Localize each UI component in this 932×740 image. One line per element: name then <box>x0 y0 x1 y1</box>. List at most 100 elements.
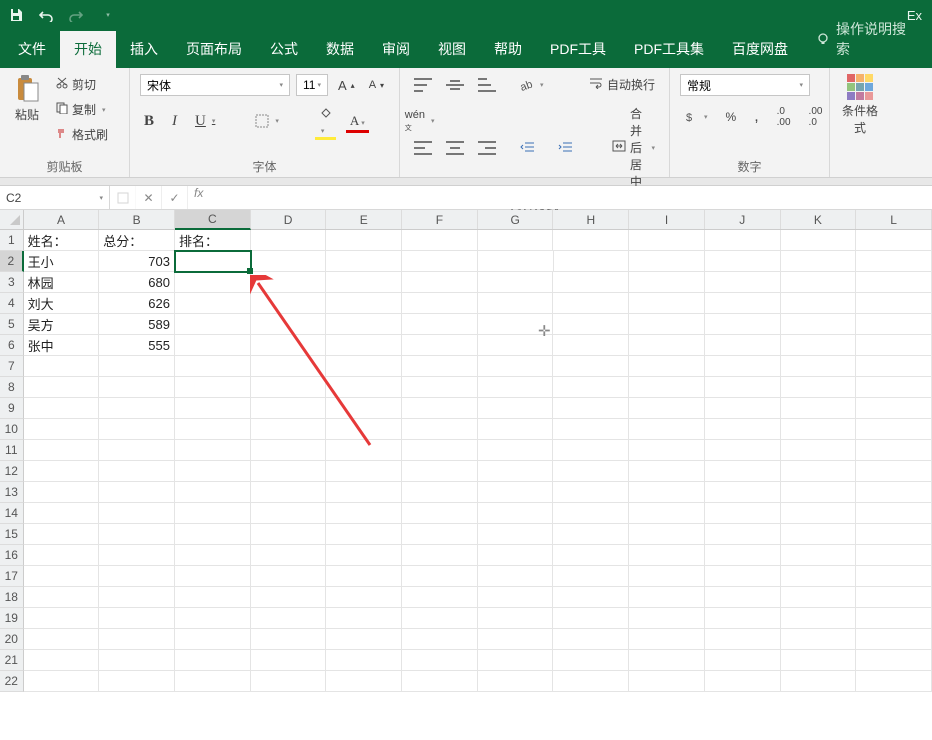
cell[interactable] <box>99 524 175 545</box>
font-name-selector[interactable]: 宋体 ▾ <box>140 74 290 96</box>
cell[interactable] <box>326 440 402 461</box>
cell[interactable] <box>705 608 781 629</box>
cell[interactable] <box>24 566 100 587</box>
row-header[interactable]: 2 <box>0 251 24 272</box>
cell[interactable] <box>402 272 478 293</box>
cell[interactable] <box>856 419 932 440</box>
cell[interactable] <box>326 566 402 587</box>
cell[interactable] <box>856 230 932 251</box>
cell[interactable] <box>99 377 175 398</box>
cell[interactable] <box>705 398 781 419</box>
cell[interactable] <box>705 356 781 377</box>
cell[interactable] <box>326 377 402 398</box>
cancel-formula-icon[interactable]: ✕ <box>136 186 162 209</box>
cell[interactable] <box>856 629 932 650</box>
cell[interactable] <box>856 440 932 461</box>
cell[interactable] <box>705 587 781 608</box>
cell[interactable] <box>251 272 327 293</box>
cell[interactable]: 排名： <box>175 230 251 251</box>
cell[interactable] <box>856 671 932 692</box>
cell[interactable] <box>781 251 857 272</box>
cell[interactable] <box>629 230 705 251</box>
row-header[interactable]: 9 <box>0 398 24 419</box>
cell[interactable] <box>478 314 554 335</box>
cell[interactable] <box>781 272 857 293</box>
cell[interactable]: 王小 <box>24 251 100 272</box>
row-header[interactable]: 15 <box>0 524 24 545</box>
cell[interactable] <box>24 419 100 440</box>
cell[interactable] <box>326 482 402 503</box>
cell[interactable] <box>175 482 251 503</box>
cell[interactable] <box>553 377 629 398</box>
column-header[interactable]: H <box>553 210 629 229</box>
cell[interactable] <box>402 587 478 608</box>
cell[interactable] <box>99 482 175 503</box>
cell[interactable] <box>251 398 327 419</box>
cell[interactable] <box>856 398 932 419</box>
wrap-text-button[interactable]: 自动换行 <box>585 74 659 95</box>
cell[interactable] <box>24 524 100 545</box>
cell[interactable] <box>856 272 932 293</box>
row-header[interactable]: 7 <box>0 356 24 377</box>
align-top-icon[interactable] <box>410 76 436 94</box>
cell[interactable] <box>175 566 251 587</box>
cell[interactable] <box>781 545 857 566</box>
tab-view[interactable]: 视图 <box>424 31 480 68</box>
cell[interactable] <box>99 629 175 650</box>
cell[interactable] <box>478 545 554 566</box>
cell[interactable] <box>856 335 932 356</box>
name-box-dropdown-icon[interactable]: ▾ <box>99 194 103 202</box>
column-header[interactable]: K <box>781 210 857 229</box>
cell[interactable] <box>781 503 857 524</box>
column-header[interactable]: L <box>856 210 932 229</box>
cell[interactable] <box>326 335 402 356</box>
cell[interactable] <box>478 503 554 524</box>
cell[interactable] <box>478 524 554 545</box>
cell[interactable] <box>553 440 629 461</box>
row-header[interactable]: 14 <box>0 503 24 524</box>
cell[interactable] <box>553 587 629 608</box>
increase-indent-icon[interactable] <box>554 140 576 156</box>
column-header[interactable]: C <box>175 210 251 230</box>
cell[interactable] <box>554 251 630 272</box>
cell[interactable] <box>781 335 857 356</box>
cell[interactable] <box>781 461 857 482</box>
cell[interactable] <box>175 503 251 524</box>
column-header[interactable]: A <box>24 210 100 229</box>
cell[interactable] <box>326 314 402 335</box>
cell[interactable] <box>326 398 402 419</box>
cell[interactable] <box>629 398 705 419</box>
cell[interactable] <box>326 251 402 272</box>
cell[interactable] <box>629 461 705 482</box>
cell[interactable] <box>553 230 629 251</box>
row-header[interactable]: 22 <box>0 671 24 692</box>
cell[interactable] <box>781 356 857 377</box>
cell[interactable] <box>553 482 629 503</box>
cell[interactable] <box>175 440 251 461</box>
cell[interactable] <box>251 671 327 692</box>
cell[interactable] <box>478 587 554 608</box>
cell[interactable]: 刘大 <box>24 293 100 314</box>
cell[interactable] <box>402 545 478 566</box>
cell[interactable] <box>99 566 175 587</box>
cell[interactable] <box>629 377 705 398</box>
cell[interactable] <box>251 545 327 566</box>
cell[interactable] <box>402 440 478 461</box>
cell[interactable] <box>705 482 781 503</box>
font-color-button[interactable]: A▾ <box>346 111 369 131</box>
cell[interactable] <box>781 419 857 440</box>
cell[interactable] <box>781 524 857 545</box>
column-header[interactable]: F <box>402 210 478 229</box>
cell[interactable] <box>251 377 327 398</box>
cell[interactable] <box>856 587 932 608</box>
cell[interactable] <box>99 440 175 461</box>
cell[interactable] <box>705 272 781 293</box>
tab-pdf-tool[interactable]: PDF工具 <box>536 31 620 68</box>
column-header[interactable]: D <box>251 210 327 229</box>
cell[interactable] <box>175 335 251 356</box>
cell[interactable] <box>99 545 175 566</box>
cell[interactable] <box>326 671 402 692</box>
cell[interactable] <box>24 482 100 503</box>
cell[interactable] <box>629 419 705 440</box>
number-format-selector[interactable]: 常规 ▾ <box>680 74 810 96</box>
